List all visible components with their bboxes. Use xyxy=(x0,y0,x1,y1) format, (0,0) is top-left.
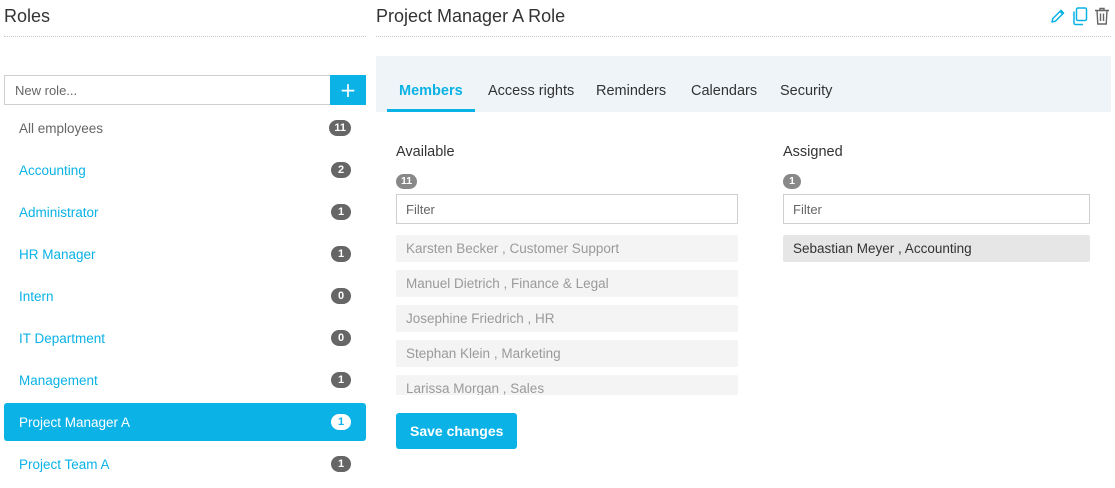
role-item-label: Project Team A xyxy=(19,456,110,472)
available-member-item[interactable]: Josephine Friedrich , HR xyxy=(396,305,738,332)
tab-members[interactable]: Members xyxy=(387,83,475,112)
available-count-badge: 11 xyxy=(396,174,418,189)
divider xyxy=(376,36,1111,37)
role-actions xyxy=(1049,6,1111,26)
role-item-label: Accounting xyxy=(19,162,86,178)
available-member-item[interactable]: Stephan Klein , Marketing xyxy=(396,340,738,367)
trash-icon[interactable] xyxy=(1093,6,1111,26)
tab-calendars[interactable]: Calendars xyxy=(679,83,769,112)
available-title: Available xyxy=(396,144,455,160)
role-item-label: Intern xyxy=(19,288,54,304)
available-member-item[interactable]: Larissa Morgan , Sales xyxy=(396,375,738,395)
pencil-icon[interactable] xyxy=(1049,6,1067,26)
role-item-administrator[interactable]: Administrator 1 xyxy=(4,191,366,233)
role-count-badge: 0 xyxy=(331,330,351,346)
tab-security[interactable]: Security xyxy=(768,83,844,112)
available-filter-input[interactable] xyxy=(396,194,738,224)
role-item-label: All employees xyxy=(19,120,104,136)
assigned-filter-input[interactable] xyxy=(783,194,1090,224)
divider xyxy=(4,36,366,37)
role-item-label: IT Department xyxy=(19,330,106,346)
available-member-item[interactable]: Manuel Dietrich , Finance & Legal xyxy=(396,270,738,297)
role-count-badge: 2 xyxy=(331,162,351,178)
role-count-badge: 1 xyxy=(331,456,351,472)
role-list: All employees 11 Accounting 2 Administra… xyxy=(4,107,366,485)
tab-reminders[interactable]: Reminders xyxy=(584,83,678,112)
role-item-it-department[interactable]: IT Department 0 xyxy=(4,317,366,359)
role-detail-title: Project Manager A Role xyxy=(376,6,566,26)
roles-title: Roles xyxy=(4,6,51,26)
new-role-form: + xyxy=(4,75,366,105)
role-item-label: Project Manager A xyxy=(19,414,131,430)
role-count-badge: 1 xyxy=(331,204,351,220)
role-item-label: Administrator xyxy=(19,204,99,220)
role-item-project-manager-a[interactable]: Project Manager A 1 xyxy=(4,403,366,441)
available-members-list: Karsten Becker , Customer Support Manuel… xyxy=(396,235,738,395)
role-detail-panel: Project Manager A Role Members Access ri… xyxy=(376,0,1111,488)
assigned-members-list: Sebastian Meyer , Accounting xyxy=(783,235,1090,270)
assigned-title: Assigned xyxy=(783,144,843,160)
role-item-label: HR Manager xyxy=(19,246,96,262)
role-item-label: Management xyxy=(19,372,98,388)
role-item-accounting[interactable]: Accounting 2 xyxy=(4,149,366,191)
new-role-input[interactable] xyxy=(4,75,330,105)
role-count-badge: 11 xyxy=(329,120,351,136)
tab-access-rights[interactable]: Access rights xyxy=(476,83,586,112)
save-changes-button[interactable]: Save changes xyxy=(396,413,518,449)
roles-panel: Roles + All employees 11 Accounting 2 Ad… xyxy=(4,0,366,488)
assigned-count-badge: 1 xyxy=(783,174,801,189)
role-count-badge: 1 xyxy=(331,246,351,262)
copy-icon[interactable] xyxy=(1071,6,1089,26)
role-count-badge: 0 xyxy=(331,288,351,304)
role-item-all-employees[interactable]: All employees 11 xyxy=(4,107,366,149)
role-item-project-team-a[interactable]: Project Team A 1 xyxy=(4,443,366,485)
role-count-badge: 1 xyxy=(331,414,351,430)
role-item-hr-manager[interactable]: HR Manager 1 xyxy=(4,233,366,275)
tab-bar: Members Access rights Reminders Calendar… xyxy=(376,56,1111,112)
add-role-button[interactable]: + xyxy=(330,75,366,105)
role-item-intern[interactable]: Intern 0 xyxy=(4,275,366,317)
role-count-badge: 1 xyxy=(331,372,351,388)
role-item-management[interactable]: Management 1 xyxy=(4,359,366,401)
assigned-member-item[interactable]: Sebastian Meyer , Accounting xyxy=(783,235,1090,262)
available-member-item[interactable]: Karsten Becker , Customer Support xyxy=(396,235,738,262)
